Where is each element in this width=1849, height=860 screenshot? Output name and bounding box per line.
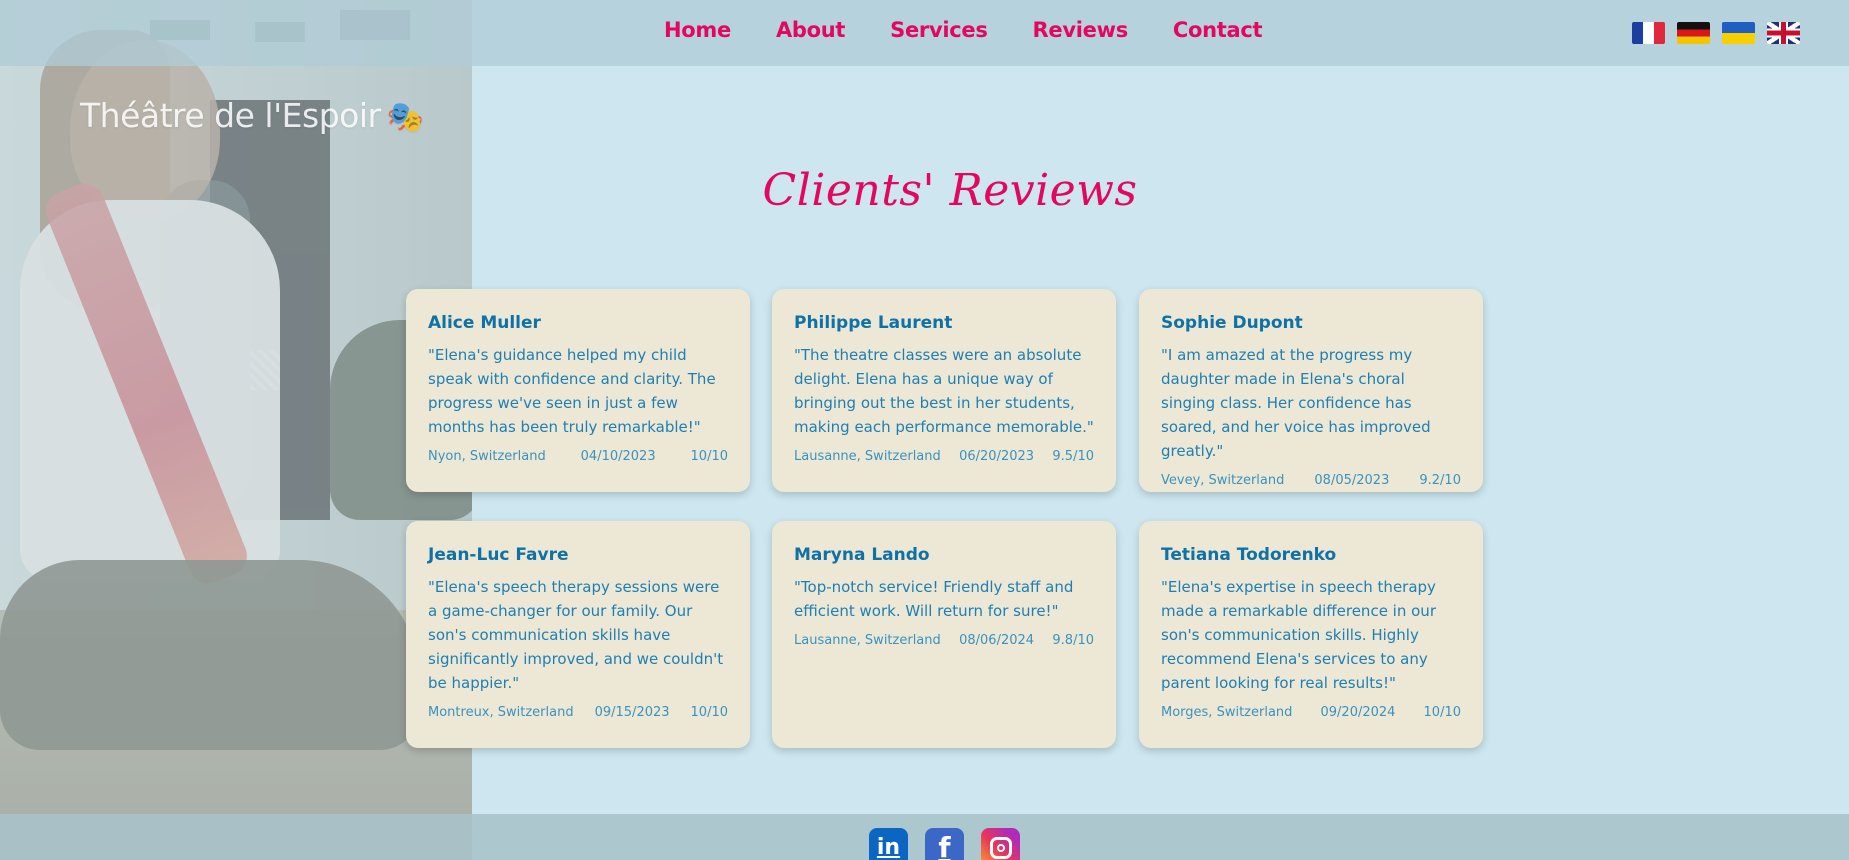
review-meta: Vevey, Switzerland 08/05/2023 9.2/10 (1161, 473, 1461, 488)
review-card: Tetiana Todorenko "Elena's expertise in … (1139, 521, 1483, 748)
france-flag-icon[interactable] (1632, 22, 1665, 44)
section-title: Clients' Reviews (762, 165, 1138, 216)
review-quote: "Elena's speech therapy sessions were a … (428, 578, 724, 692)
reviewer-name: Jean-Luc Favre (428, 545, 569, 565)
reviewer-name: Maryna Lando (794, 545, 930, 565)
review-location: Nyon, Switzerland (428, 449, 546, 464)
review-date: 06/20/2023 (959, 449, 1035, 464)
logo-text: Théâtre de l'Espoir (80, 96, 381, 135)
reviewer-name: Alice Muller (428, 313, 541, 333)
review-quote: "Elena's expertise in speech therapy mad… (1161, 578, 1436, 692)
review-date: 08/05/2023 (1314, 473, 1390, 488)
review-quote: "Elena's guidance helped my child speak … (428, 346, 716, 436)
review-card: Sophie Dupont "I am amazed at the progre… (1139, 289, 1483, 492)
germany-flag-icon[interactable] (1677, 22, 1710, 44)
review-rating: 9.8/10 (1052, 633, 1094, 648)
review-card: Alice Muller "Elena's guidance helped my… (406, 289, 750, 492)
top-header: Home About Services Reviews Contact (0, 0, 1849, 66)
review-rating: 10/10 (690, 449, 728, 464)
nav-services-link[interactable]: Services (890, 18, 988, 42)
nav-reviews-link[interactable]: Reviews (1033, 18, 1129, 42)
review-meta: Lausanne, Switzerland 06/20/2023 9.5/10 (794, 449, 1094, 464)
review-rating: 9.2/10 (1419, 473, 1461, 488)
theatre-masks-icon: 🎭 (386, 100, 424, 135)
linkedin-icon[interactable]: in (869, 828, 908, 860)
review-location: Morges, Switzerland (1161, 705, 1293, 720)
review-quote: "The theatre classes were an absolute de… (794, 346, 1094, 436)
review-location: Lausanne, Switzerland (794, 449, 941, 464)
uk-flag-icon[interactable] (1767, 22, 1800, 44)
review-meta: Lausanne, Switzerland 08/06/2024 9.8/10 (794, 633, 1094, 648)
review-date: 09/20/2024 (1320, 705, 1396, 720)
nav-contact-link[interactable]: Contact (1173, 18, 1263, 42)
review-meta: Morges, Switzerland 09/20/2024 10/10 (1161, 705, 1461, 720)
ukraine-flag-icon[interactable] (1722, 22, 1755, 44)
review-date: 09/15/2023 (594, 705, 670, 720)
site-logo[interactable]: Théâtre de l'Espoir 🎭 (80, 96, 424, 135)
review-date: 08/06/2024 (959, 633, 1035, 648)
review-card: Jean-Luc Favre "Elena's speech therapy s… (406, 521, 750, 748)
review-location: Montreux, Switzerland (428, 705, 574, 720)
review-meta: Montreux, Switzerland 09/15/2023 10/10 (428, 705, 728, 720)
review-card: Philippe Laurent "The theatre classes we… (772, 289, 1116, 492)
review-card: Maryna Lando "Top-notch service! Friendl… (772, 521, 1116, 748)
social-links: in f (869, 828, 1020, 860)
review-date: 04/10/2023 (580, 449, 656, 464)
nav-home-link[interactable]: Home (664, 18, 731, 42)
main-nav: Home About Services Reviews Contact (664, 18, 1263, 42)
review-meta: Nyon, Switzerland 04/10/2023 10/10 (428, 449, 728, 464)
review-rating: 9.5/10 (1052, 449, 1094, 464)
nav-about-link[interactable]: About (776, 18, 846, 42)
review-location: Lausanne, Switzerland (794, 633, 941, 648)
reviewer-name: Philippe Laurent (794, 313, 953, 333)
facebook-icon[interactable]: f (925, 828, 964, 860)
review-rating: 10/10 (690, 705, 728, 720)
instagram-icon[interactable] (981, 828, 1020, 860)
review-quote: "Top-notch service! Friendly staff and e… (794, 578, 1074, 620)
instagram-camera-glyph (989, 836, 1012, 859)
reviewer-name: Tetiana Todorenko (1161, 545, 1337, 565)
language-switcher (1632, 22, 1800, 44)
review-quote: "I am amazed at the progress my daughter… (1161, 346, 1431, 460)
reviewer-name: Sophie Dupont (1161, 313, 1303, 333)
review-rating: 10/10 (1423, 705, 1461, 720)
review-location: Vevey, Switzerland (1161, 473, 1285, 488)
